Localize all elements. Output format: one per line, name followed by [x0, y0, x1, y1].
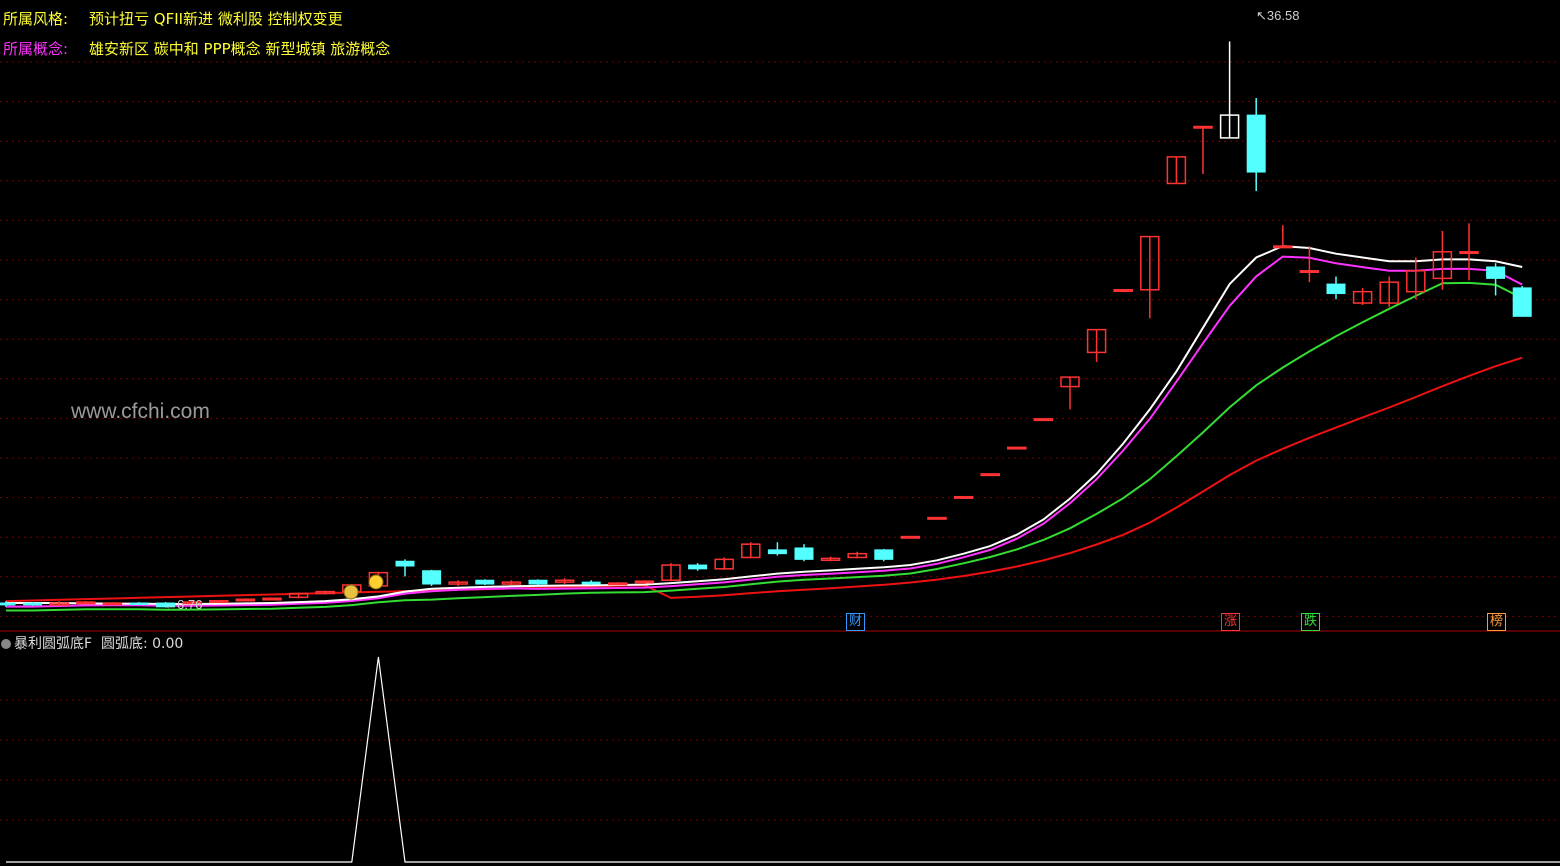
candle-body-down: [1326, 283, 1346, 295]
indicator-series-label: 圆弧底:: [100, 636, 148, 652]
indicator-series-value: 0.00: [152, 636, 184, 652]
badge-finance-text: 财: [849, 614, 863, 629]
badge-list[interactable]: 榜: [1487, 613, 1507, 631]
candle-body-down: [0, 602, 16, 606]
candle-body-down: [422, 570, 442, 585]
candle-body-down: [129, 602, 149, 606]
concept-value: 雄安新区 碳中和 PPP概念 新型城镇 旅游概念: [89, 40, 391, 58]
candle-body-down: [1246, 114, 1266, 173]
price-grid: [0, 61, 1560, 617]
moving-average-lines: [5, 245, 1523, 612]
signal-markers: [343, 574, 384, 600]
candle-body-down: [528, 579, 548, 585]
style-label: 所属风格:: [3, 10, 69, 28]
candle-body-up: [980, 473, 1000, 477]
badge-rise-text: 涨: [1224, 614, 1238, 629]
money-bag-icon: [343, 584, 359, 600]
candle-body-up: [953, 495, 974, 499]
indicator-name[interactable]: 暴利圆弧底F: [14, 636, 92, 652]
candle-body-up: [102, 602, 123, 606]
candle-body-up: [1193, 125, 1213, 129]
candle-body-up: [209, 599, 229, 603]
candlestick-series: [0, 41, 1532, 608]
candle-body-up: [262, 597, 282, 601]
candle-body-up: [76, 601, 96, 605]
candle-body-up: [1273, 245, 1293, 249]
indicator-signal-line: [6, 656, 1560, 863]
candle-body-up: [1113, 289, 1133, 293]
style-info-row: 所属风格: 预计扭亏 QFII新进 微利股 控制权变更: [3, 8, 343, 29]
candle-body-down: [688, 564, 708, 570]
badge-list-text: 榜: [1490, 614, 1504, 629]
kline-chart[interactable]: [0, 0, 1560, 866]
low-price-value: 6.76: [177, 597, 203, 612]
indicator-grid: [0, 699, 1560, 821]
badge-rise[interactable]: 涨: [1221, 613, 1241, 631]
ma-line-magenta: [6, 255, 1523, 608]
ma-line-green: [6, 281, 1523, 612]
candle-body-down: [475, 579, 495, 585]
candle-body-down: [23, 602, 43, 606]
concept-info-row: 所属概念: 雄安新区 碳中和 PPP概念 新型城镇 旅游概念: [3, 38, 390, 59]
candle-body-down: [1486, 266, 1506, 279]
indicator-header: 暴利圆弧底F 圆弧底: 0.00: [0, 633, 183, 653]
candle-body-down: [581, 581, 601, 585]
candle-body-down: [767, 549, 787, 555]
badge-finance[interactable]: 财: [846, 613, 866, 631]
concept-label: 所属概念:: [3, 40, 69, 58]
ma-line-red: [5, 356, 1523, 603]
watermark: www.cfchi.com: [71, 400, 210, 423]
ma-line-white: [6, 245, 1523, 605]
indicator-toggle-icon[interactable]: [1, 639, 11, 649]
badge-fall-text: 跌: [1304, 614, 1318, 629]
candle-body-up: [900, 535, 921, 539]
high-price-value: 36.58: [1266, 8, 1300, 23]
candle-body-down: [395, 560, 415, 567]
candle-body-down: [794, 547, 814, 560]
candle-body-up: [1459, 251, 1479, 255]
candle-body-up: [927, 516, 947, 520]
indicator-line: [6, 656, 1560, 863]
smiley-icon: [368, 574, 384, 590]
candle-body-down: [874, 549, 894, 560]
high-price-label: ↖36.58: [1256, 8, 1300, 23]
candle-body-down: [1512, 287, 1532, 317]
candle-body-up: [1007, 446, 1027, 450]
candle-body-up: [1033, 418, 1054, 422]
badge-fall[interactable]: 跌: [1301, 613, 1321, 631]
candle-body-up: [608, 582, 628, 586]
candle-body-up: [235, 598, 256, 602]
style-value: 预计扭亏 QFII新进 微利股 控制权变更: [89, 10, 343, 28]
low-price-label: ←6.76: [164, 597, 203, 612]
candle-body-up: [634, 580, 655, 584]
candle-body-up: [1299, 270, 1320, 274]
